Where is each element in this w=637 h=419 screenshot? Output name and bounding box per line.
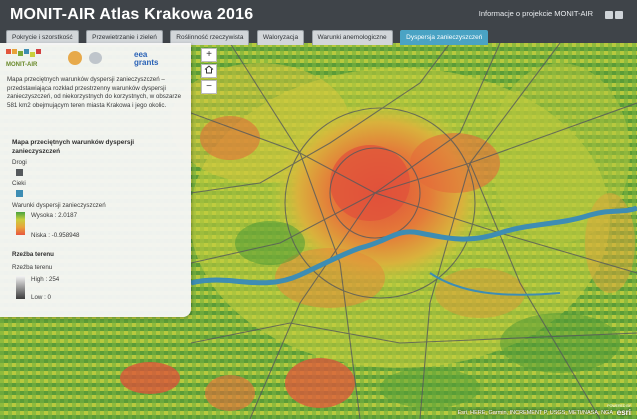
tab-warunki-anemologiczne[interactable]: Warunki anemologiczne: [311, 30, 393, 45]
tab-bar: Pokrycie i szorstkość Przewietrzanie i z…: [6, 26, 491, 45]
header-icons: [603, 6, 629, 19]
esri-logo: esri: [616, 408, 631, 417]
app-title: MONIT-AIR Atlas Krakowa 2016: [10, 6, 254, 23]
relief-color-ramp: [16, 276, 25, 299]
logo-row: MONIT-AIR eea grants: [6, 49, 186, 69]
legend-rivers-label: Cieki: [12, 180, 26, 187]
info-panel: MONIT-AIR eea grants Mapa przeciętnych w…: [0, 43, 191, 317]
zoom-controls: + −: [201, 48, 217, 96]
zoom-out-button[interactable]: −: [201, 80, 217, 94]
rivers-swatch: [16, 190, 23, 197]
relief-low-label: Low : 0: [31, 294, 51, 301]
legend-roads-label: Drogi: [12, 159, 27, 166]
link-icon[interactable]: [615, 11, 623, 19]
partner-logo: [68, 51, 82, 65]
dispersion-color-ramp: [16, 212, 25, 235]
about-project-link[interactable]: Informacje o projekcie MONIT-AIR: [479, 9, 593, 18]
city-logo: [89, 52, 102, 64]
home-icon: [204, 65, 214, 74]
legend-dispersion-label: Warunki dyspersji zanieczyszczeń: [12, 202, 106, 209]
relief-label: Rzeźba terenu: [12, 264, 53, 271]
map-description: Mapa przeciętnych warunków dyspersji zan…: [7, 76, 182, 109]
grants-logo-text: grants: [134, 58, 159, 67]
monit-air-logo: MONIT-AIR: [6, 49, 54, 69]
tab-dyspersja[interactable]: Dyspersja zanieczyszczeń: [400, 30, 489, 45]
relief-high-label: High : 254: [31, 276, 60, 283]
dispersion-high-label: Wysoka : 2.0187: [31, 212, 78, 219]
monit-air-logo-text: MONIT-AIR: [6, 62, 38, 68]
map-attribution: Esri, HERE, Garmin, INCREMENT P, USGS, M…: [457, 410, 613, 416]
home-button[interactable]: [201, 64, 217, 78]
relief-heading: Rzeźba terenu: [12, 251, 54, 258]
share-icon[interactable]: [605, 11, 613, 19]
legend-title: Mapa przeciętnych warunków dyspersji zan…: [12, 139, 135, 155]
header-bar: MONIT-AIR Atlas Krakowa 2016 Informacje …: [0, 0, 637, 45]
eea-grants-logo: eea grants: [134, 49, 184, 69]
zoom-in-button[interactable]: +: [201, 48, 217, 62]
tab-waloryzacja[interactable]: Waloryzacja: [256, 30, 305, 45]
roads-swatch: [16, 169, 23, 176]
dispersion-low-label: Niska : -0.958948: [31, 232, 80, 239]
